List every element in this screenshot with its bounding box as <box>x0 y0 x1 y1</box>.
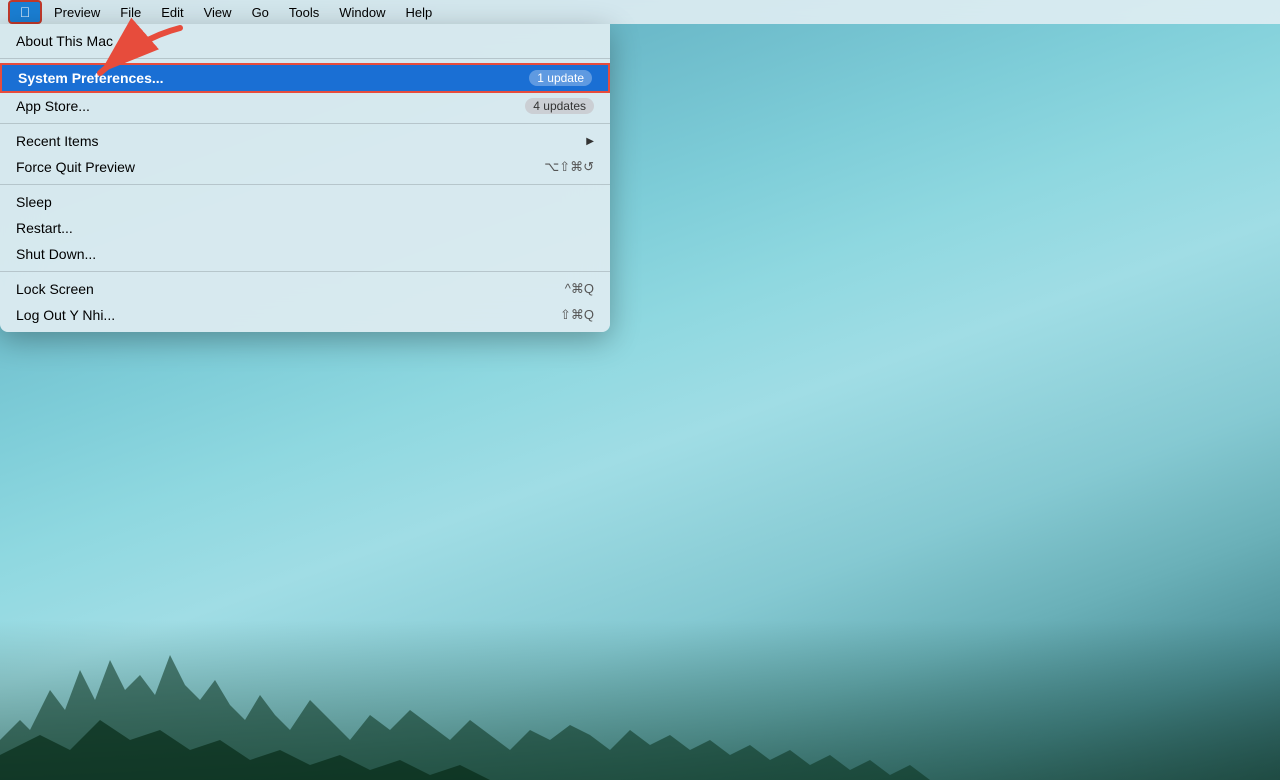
menubar-view[interactable]: View <box>196 0 240 24</box>
menu-item-lock-screen-label: Lock Screen <box>16 281 94 297</box>
separator-4 <box>0 271 610 272</box>
menubar-go[interactable]: Go <box>244 0 277 24</box>
menu-item-sleep[interactable]: Sleep <box>0 189 610 215</box>
apple-menu-button[interactable]:  <box>8 0 42 24</box>
force-quit-shortcut: ⌥⇧⌘↺ <box>544 159 594 175</box>
menu-item-system-prefs-label: System Preferences... <box>18 70 164 86</box>
menubar-preview[interactable]: Preview <box>46 0 108 24</box>
menu-item-logout[interactable]: Log Out Y Nhi... ⇧⌘Q <box>0 302 610 328</box>
apple-logo-icon:  <box>20 4 31 20</box>
desktop:  Preview File Edit View Go Tools Window <box>0 0 1280 780</box>
menu-item-about-label: About This Mac <box>16 33 113 49</box>
menubar-file[interactable]: File <box>112 0 149 24</box>
menubar:  Preview File Edit View Go Tools Window <box>0 0 1280 24</box>
menu-item-shutdown[interactable]: Shut Down... <box>0 241 610 267</box>
menu-item-shutdown-label: Shut Down... <box>16 246 96 262</box>
menu-item-restart-label: Restart... <box>16 220 73 236</box>
submenu-arrow-icon: ▶ <box>586 136 594 147</box>
menu-item-force-quit-label: Force Quit Preview <box>16 159 135 175</box>
menubar-help[interactable]: Help <box>398 0 441 24</box>
separator-2 <box>0 123 610 124</box>
separator-1 <box>0 58 610 59</box>
lock-screen-shortcut: ^⌘Q <box>565 281 594 297</box>
menu-item-restart[interactable]: Restart... <box>0 215 610 241</box>
menu-item-lock-screen[interactable]: Lock Screen ^⌘Q <box>0 276 610 302</box>
menu-item-app-store[interactable]: App Store... 4 updates <box>0 93 610 119</box>
menu-item-force-quit[interactable]: Force Quit Preview ⌥⇧⌘↺ <box>0 154 610 180</box>
menubar-edit[interactable]: Edit <box>153 0 191 24</box>
forest-silhouette <box>0 640 1280 780</box>
apple-dropdown-menu: About This Mac System Preferences... 1 u… <box>0 24 610 332</box>
app-store-badge: 4 updates <box>525 98 594 114</box>
menu-item-logout-label: Log Out Y Nhi... <box>16 307 115 323</box>
menu-item-about[interactable]: About This Mac <box>0 28 610 54</box>
menu-item-recent-items[interactable]: Recent Items ▶ <box>0 128 610 154</box>
menu-item-recent-items-label: Recent Items <box>16 133 98 149</box>
menu-item-app-store-label: App Store... <box>16 98 90 114</box>
logout-shortcut: ⇧⌘Q <box>560 307 594 323</box>
menu-item-system-prefs[interactable]: System Preferences... 1 update <box>0 63 610 93</box>
menubar-items:  Preview File Edit View Go Tools Window <box>8 0 440 24</box>
separator-3 <box>0 184 610 185</box>
menubar-window[interactable]: Window <box>331 0 393 24</box>
menubar-tools[interactable]: Tools <box>281 0 327 24</box>
menu-item-sleep-label: Sleep <box>16 194 52 210</box>
system-prefs-badge: 1 update <box>529 70 592 86</box>
